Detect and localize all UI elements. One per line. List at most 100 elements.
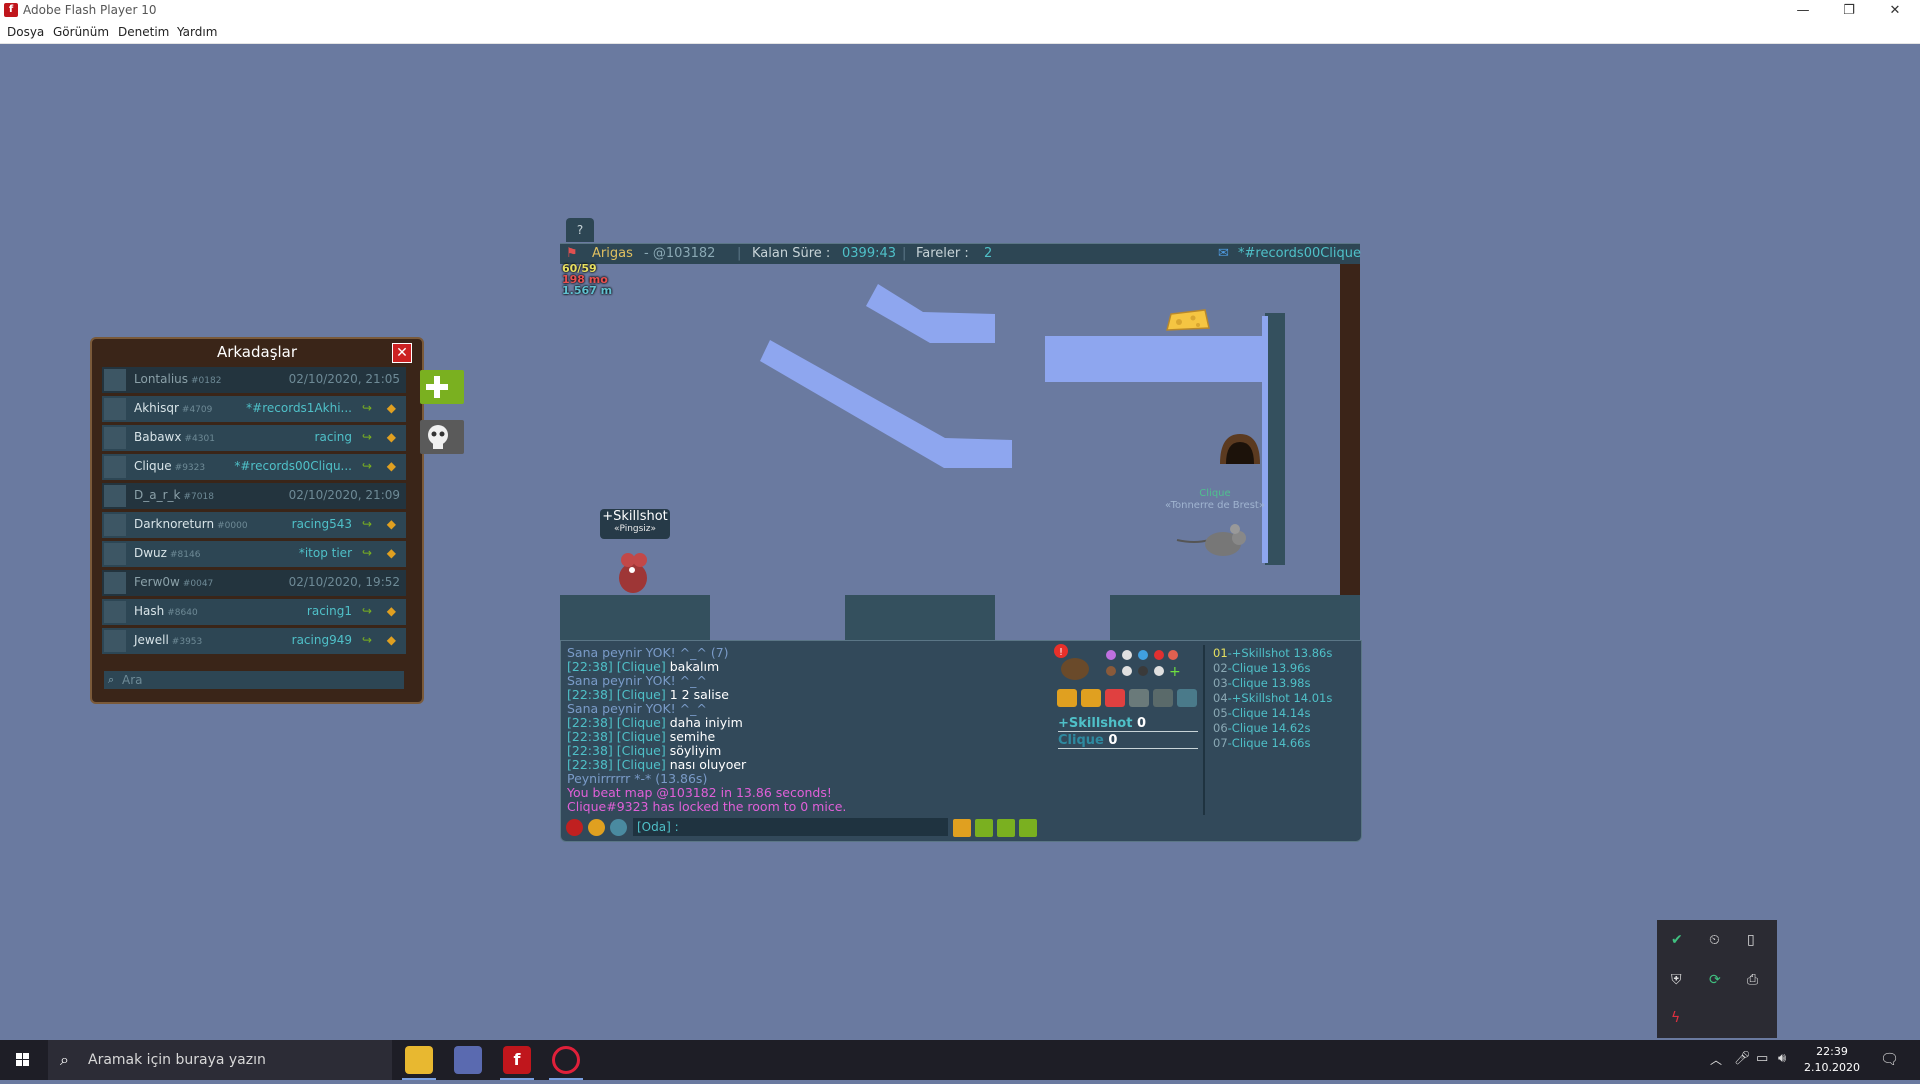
ranking-text: -+Skillshot 14.01s <box>1227 691 1333 705</box>
chat-line: [22:38] [Clique] daha iniyim <box>567 715 743 730</box>
friends-search-input[interactable]: Ara <box>104 671 404 689</box>
join-room-icon[interactable]: ↪ <box>362 430 372 444</box>
blacklist-button[interactable] <box>420 420 464 454</box>
chat-panel: Sana peynir YOK! ^_^ (7) [22:38] [Clique]… <box>560 640 1362 842</box>
ranking-position: 07 <box>1213 736 1228 750</box>
room-name[interactable]: *#records00Clique <box>1238 246 1361 261</box>
map-author[interactable]: Arigas <box>592 246 633 261</box>
friend-status: racing1 <box>306 604 352 618</box>
opera-icon[interactable] <box>552 1046 580 1074</box>
friend-tag: #7018 <box>183 492 214 502</box>
friend-tag: #0047 <box>182 579 214 589</box>
volume-icon[interactable]: 🔊︎ <box>1778 1051 1786 1066</box>
arrow-down-bottom-icon[interactable] <box>997 819 1015 837</box>
shop-icon[interactable] <box>1057 689 1077 707</box>
ranking-position: 05 <box>1213 706 1228 720</box>
add-friend-button[interactable] <box>420 370 464 404</box>
friend-status: 02/10/2020, 21:05 <box>288 372 400 386</box>
friend-row[interactable]: Lontalius #0182 02/10/2020, 21:05 <box>102 367 406 393</box>
avatar <box>104 456 126 478</box>
plus-icon[interactable] <box>953 819 971 837</box>
chat-message: söyliyim <box>669 743 722 758</box>
chat-line: [22:38] [Clique] nası oluyoer <box>567 757 746 772</box>
friend-row[interactable]: Clique #9323 *#records00Cliqu... ↪ ◆ <box>102 454 406 480</box>
microphone-icon[interactable]: 🎤︎ <box>1734 1051 1751 1066</box>
usb-icon[interactable]: ▯ <box>1747 932 1755 948</box>
player-title: «Pingsiz» <box>613 524 657 534</box>
cheese-small-icon: ◆ <box>386 401 396 415</box>
chat-time: [22:38] [Clique] <box>567 729 666 744</box>
notification-icon[interactable]: 🗨︎ <box>1880 1050 1899 1068</box>
friend-row[interactable]: Babawx #4301 racing ↪ ◆ <box>102 425 406 451</box>
map-code: - @103182 <box>644 246 716 261</box>
friend-name: Clique #9323 <box>134 459 206 473</box>
friend-row[interactable]: Ferw0w #0047 02/10/2020, 19:52 <box>102 570 406 596</box>
friend-name: Akhisqr #4709 <box>134 401 213 415</box>
chat-input[interactable]: [Oda] : <box>633 818 948 836</box>
tray-chevron-icon[interactable]: ︿ <box>1710 1051 1722 1068</box>
join-room-icon[interactable]: ↪ <box>362 517 372 531</box>
join-room-icon[interactable]: ↪ <box>362 633 372 647</box>
join-room-icon[interactable]: ↪ <box>362 604 372 618</box>
list-icon[interactable] <box>1081 689 1101 707</box>
ranking-text: -Clique 14.62s <box>1227 721 1311 735</box>
chat-time: [22:38] [Clique] <box>567 687 666 702</box>
tribe-icon[interactable] <box>1105 689 1125 707</box>
discord-icon[interactable] <box>1153 689 1173 707</box>
crown-emote-icon[interactable] <box>610 819 627 836</box>
slanted-platform-top <box>866 284 995 343</box>
other-mouse-title: «Tonnerre de Brest» <box>1165 500 1265 511</box>
join-room-icon[interactable]: ↪ <box>362 401 372 415</box>
discord-taskbar-icon[interactable] <box>454 1046 482 1074</box>
player-nameplate: +Skillshot «Pingsiz» <box>600 509 670 539</box>
ground-right <box>1110 595 1360 641</box>
security-check-icon[interactable]: ✔ <box>1671 932 1683 948</box>
search-icon: ⌕ <box>108 673 115 686</box>
taskbar-clock[interactable]: 22:39 2.10.2020 <box>1800 1044 1864 1076</box>
score-skillshot: +Skillshot 0 <box>1058 716 1198 732</box>
shield-emote-icon[interactable] <box>588 819 605 836</box>
chat-line: You beat map @103182 in 13.86 seconds! <box>567 785 832 800</box>
clock-icon[interactable]: ⏲ <box>1709 932 1720 948</box>
friend-name: Babawx #4301 <box>134 430 215 444</box>
power-icon[interactable]: ϟ <box>1671 1010 1680 1026</box>
friend-row[interactable]: Darknoreturn #0000 racing543 ↪ ◆ <box>102 512 406 538</box>
arrow-down-icon[interactable] <box>975 819 993 837</box>
network-icon[interactable]: ▭ <box>1756 1051 1768 1066</box>
friend-row[interactable]: Jewell #3953 racing949 ↪ ◆ <box>102 628 406 654</box>
printer-icon[interactable]: ⎙ <box>1747 972 1758 988</box>
start-button[interactable] <box>0 1040 46 1080</box>
shield-icon[interactable]: ⛨ <box>1671 972 1682 988</box>
cheese-icon[interactable] <box>1165 308 1211 334</box>
other-mouse-icon[interactable] <box>1175 520 1255 560</box>
player-mouse-icon[interactable] <box>610 548 656 596</box>
join-room-icon[interactable]: ↪ <box>362 459 372 473</box>
chat-bubble-icon[interactable] <box>1129 689 1149 707</box>
friend-row[interactable]: Hash #8640 racing1 ↪ ◆ <box>102 599 406 625</box>
update-icon[interactable]: ⟳ <box>1709 972 1721 988</box>
tray-overflow-popup: ✔ ⏲ ▯ ⛨ ⟳ ⎙ ϟ <box>1657 920 1777 1038</box>
ranking-item: 01-+Skillshot 13.86s <box>1213 646 1332 660</box>
friend-status: *#records00Cliqu... <box>234 459 352 473</box>
file-explorer-icon[interactable] <box>405 1046 433 1074</box>
avatar <box>104 369 126 391</box>
arrow-up-icon[interactable] <box>1019 819 1037 837</box>
friend-row[interactable]: Akhisqr #4709 *#records1Akhi... ↪ ◆ <box>102 396 406 422</box>
friend-row[interactable]: D_a_r_k #7018 02/10/2020, 21:09 <box>102 483 406 509</box>
join-room-icon[interactable]: ↪ <box>362 546 372 560</box>
cheese-small-icon: ◆ <box>386 459 396 473</box>
friend-name: Ferw0w #0047 <box>134 575 214 589</box>
ranking-item: 06-Clique 14.62s <box>1213 721 1310 735</box>
flash-taskbar-icon[interactable]: f <box>503 1046 531 1074</box>
time-label: Kalan Süre : <box>752 246 831 261</box>
taskbar-search-input[interactable]: Aramak için buraya yazın <box>48 1040 392 1080</box>
friend-name: D_a_r_k #7018 <box>134 488 214 502</box>
friend-name: Lontalius #0182 <box>134 372 222 386</box>
friend-status: 02/10/2020, 21:09 <box>288 488 400 502</box>
friends-close-icon[interactable]: ✕ <box>392 343 412 363</box>
friend-row[interactable]: Dwuz #8146 *itop tier ↪ ◆ <box>102 541 406 567</box>
heart-emote-icon[interactable] <box>566 819 583 836</box>
fullscreen-icon[interactable] <box>1177 689 1197 707</box>
ranking-position: 02 <box>1213 661 1228 675</box>
ranking-item: 02-Clique 13.96s <box>1213 661 1310 675</box>
